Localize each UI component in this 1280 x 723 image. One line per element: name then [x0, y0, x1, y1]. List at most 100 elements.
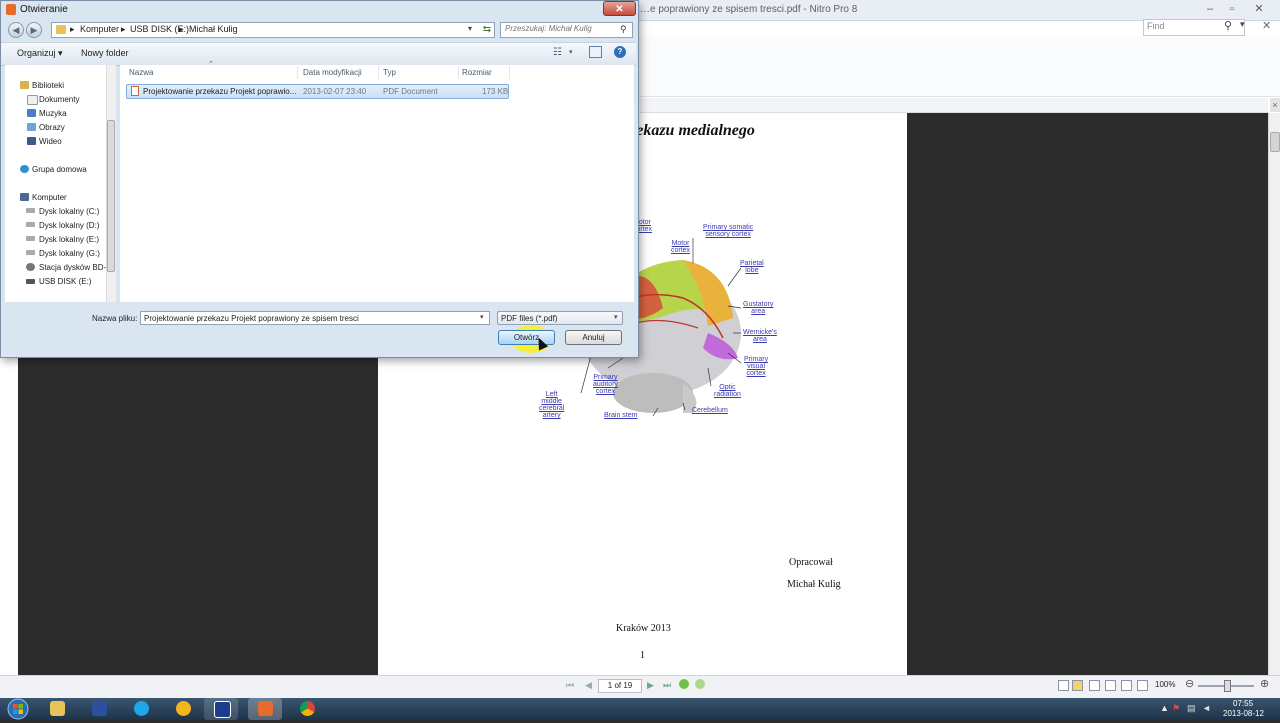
refresh-icon[interactable]: ⇆ — [480, 22, 494, 38]
forward-view-icon[interactable] — [695, 679, 705, 689]
nav-item-homegroup[interactable]: Grupa domowa — [32, 165, 87, 174]
usb-drive-icon — [26, 279, 35, 284]
nav-item-documents[interactable]: Dokumenty — [39, 95, 79, 104]
breadcrumb-folder[interactable]: Michał Kulig — [189, 24, 238, 34]
network-icon[interactable]: ▤ — [1187, 703, 1196, 714]
facing-view-icon[interactable] — [1089, 680, 1100, 691]
column-header-name[interactable]: Nazwa — [129, 68, 153, 77]
nav-item-video[interactable]: Wideo — [39, 137, 62, 146]
taskbar-nitro[interactable] — [248, 698, 282, 720]
nav-item-usb[interactable]: USB DISK (E:) — [39, 277, 91, 286]
close-tab-icon[interactable]: × — [1270, 98, 1280, 112]
next-page-icon[interactable]: ▶ — [647, 680, 654, 691]
nav-item-drive-g[interactable]: Dysk lokalny (G:) — [39, 249, 100, 258]
search-icon[interactable]: ⚲ — [620, 24, 627, 35]
column-divider[interactable] — [509, 66, 510, 79]
nitro-window-title: …e poprawiony ze spisem tresci.pdf - Nit… — [640, 4, 858, 15]
dialog-close-button[interactable]: ✕ — [603, 1, 636, 16]
taskbar-app-save[interactable] — [82, 698, 116, 720]
zoom-out-icon[interactable]: ⊖ — [1185, 677, 1194, 690]
view-options-icon[interactable]: ☷ — [553, 47, 562, 58]
brain-label: Primary auditory cortex — [593, 374, 618, 395]
column-header-type[interactable]: Typ — [383, 68, 396, 77]
chevron-down-icon[interactable]: ▾ — [569, 48, 573, 56]
scrollbar-thumb[interactable] — [1270, 132, 1280, 152]
maximize-button[interactable]: ▫ — [1222, 0, 1242, 18]
computer-icon — [20, 193, 29, 201]
zoom-level[interactable]: 100% — [1155, 680, 1175, 689]
folder-icon — [56, 25, 66, 34]
column-divider[interactable] — [297, 66, 298, 79]
nitro-icon — [258, 701, 273, 716]
close-icon[interactable]: ✕ — [1262, 19, 1271, 32]
column-divider[interactable] — [378, 66, 379, 79]
preview-pane-icon[interactable] — [589, 46, 602, 58]
nav-item-music[interactable]: Muzyka — [39, 109, 67, 118]
organize-button[interactable]: Organizuj ▾ — [17, 48, 63, 59]
single-page-view-icon[interactable] — [1058, 680, 1069, 691]
file-type-filter[interactable]: PDF files (*.pdf) — [497, 311, 623, 325]
breadcrumb-computer[interactable]: Komputer — [80, 24, 119, 34]
taskbar-app-blue[interactable] — [204, 698, 238, 720]
minimize-button[interactable]: – — [1200, 0, 1220, 18]
fit-page-icon[interactable] — [1121, 680, 1132, 691]
nav-item-drive-d[interactable]: Dysk lokalny (D:) — [39, 221, 99, 230]
column-header-modified[interactable]: Data modyfikacji — [303, 68, 362, 77]
search-box[interactable] — [500, 22, 633, 38]
zoom-slider-thumb[interactable] — [1224, 680, 1231, 692]
sort-arrow-icon: ⌃ — [208, 61, 214, 68]
search-input[interactable] — [505, 24, 617, 33]
forward-arrow-icon[interactable]: ▶ — [26, 22, 42, 38]
file-modified: 2013-02-07 23:40 — [303, 87, 367, 96]
nav-scrollbar-thumb[interactable] — [107, 120, 115, 272]
page-indicator[interactable]: 1 of 19 — [598, 679, 642, 693]
nav-item-pictures[interactable]: Obrazy — [39, 123, 65, 132]
floppy-icon — [92, 701, 107, 716]
tray-expand-icon[interactable]: ▲ — [1160, 703, 1169, 713]
first-page-icon[interactable]: ⏮ — [566, 680, 574, 691]
homegroup-icon — [20, 165, 29, 173]
brain-label: Cerebellum — [692, 407, 728, 414]
facing-continuous-view-icon[interactable] — [1105, 680, 1116, 691]
brain-label: Primary visual cortex — [744, 356, 769, 377]
clock-date[interactable]: 2013-08-12 — [1223, 709, 1264, 718]
drive-icon — [26, 222, 35, 227]
brain-label: Gustatory area — [743, 301, 774, 315]
nav-item-drive-e[interactable]: Dysk lokalny (E:) — [39, 235, 99, 244]
previous-page-icon[interactable]: ◀ — [585, 680, 592, 691]
continuous-view-icon[interactable] — [1072, 680, 1083, 691]
taskbar-explorer[interactable] — [40, 698, 74, 720]
column-header-size[interactable]: Rozmiar — [462, 68, 492, 77]
document-title: zekazu medialnego — [630, 122, 755, 139]
nav-item-computer[interactable]: Komputer — [32, 193, 67, 202]
back-arrow-icon[interactable]: ◀ — [8, 22, 24, 38]
fit-width-icon[interactable] — [1137, 680, 1148, 691]
search-icon[interactable]: ⚲ — [1224, 19, 1232, 32]
help-icon[interactable]: ? — [614, 46, 626, 58]
chevron-down-icon[interactable]: ▾ — [468, 24, 472, 33]
taskbar-app-sun[interactable] — [166, 698, 200, 720]
taskbar-chrome[interactable] — [290, 698, 324, 720]
nav-item-bd-drive[interactable]: Stacja dysków BD- — [39, 263, 106, 272]
taskbar-skype[interactable] — [124, 698, 158, 720]
nav-item-drive-c[interactable]: Dysk lokalny (C:) — [39, 207, 99, 216]
cancel-button[interactable]: Anuluj — [565, 330, 622, 345]
new-folder-button[interactable]: Nowy folder — [81, 48, 129, 58]
zoom-in-icon[interactable]: ⊕ — [1260, 677, 1269, 690]
action-center-icon[interactable]: ⚑ — [1172, 703, 1180, 714]
filename-field[interactable]: Projektowanie przekazu Projekt poprawion… — [140, 311, 490, 325]
nav-item-libraries[interactable]: Biblioteki — [32, 81, 64, 90]
column-divider[interactable] — [458, 66, 459, 79]
volume-icon[interactable]: ◄ — [1202, 703, 1211, 713]
breadcrumb-separator: ▸ — [121, 24, 126, 34]
file-name[interactable]: Projektowanie przekazu Projekt poprawio.… — [143, 87, 296, 96]
vertical-scrollbar[interactable] — [1268, 113, 1280, 675]
close-button[interactable]: ✕ — [1244, 0, 1274, 18]
back-view-icon[interactable] — [679, 679, 689, 689]
start-button[interactable] — [4, 698, 32, 720]
chevron-down-icon[interactable]: ▾ — [480, 313, 484, 321]
chevron-down-icon[interactable]: ▾ — [614, 313, 618, 321]
chevron-down-icon[interactable]: ▾ — [1240, 19, 1245, 30]
clock-time[interactable]: 07:55 — [1233, 699, 1253, 708]
last-page-icon[interactable]: ⏭ — [663, 680, 671, 691]
